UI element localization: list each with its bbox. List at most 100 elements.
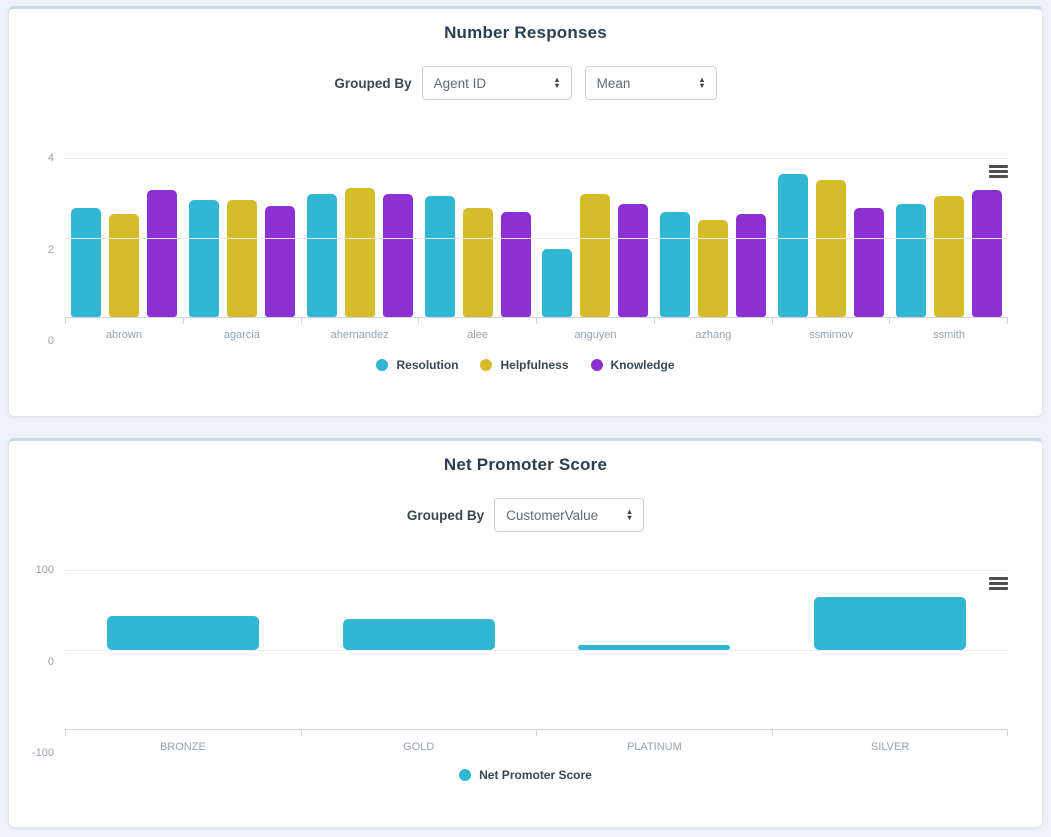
chart-title: Number Responses bbox=[9, 9, 1042, 43]
controls-row: Grouped By Agent ID ▲▼ Mean ▲▼ bbox=[9, 66, 1042, 100]
aggregation-select[interactable]: Mean ▲▼ bbox=[585, 66, 717, 100]
bar-helpfulness-azhang bbox=[698, 220, 728, 317]
y-axis-tick-label: 100 bbox=[36, 564, 54, 576]
x-axis-tick bbox=[889, 318, 1007, 324]
bar-knowledge-ahernandez bbox=[383, 194, 413, 317]
bar-knowledge-ssmirnov bbox=[854, 208, 884, 317]
legend-dot-icon bbox=[376, 359, 388, 371]
x-axis-tick bbox=[65, 730, 301, 736]
bar-helpfulness-ssmith bbox=[934, 196, 964, 317]
legend-label: Net Promoter Score bbox=[479, 768, 592, 782]
bar-resolution-alee bbox=[425, 196, 455, 317]
gridline bbox=[65, 570, 1008, 571]
x-axis-label: azhang bbox=[654, 329, 772, 341]
bar-helpfulness-ssmirnov bbox=[816, 180, 846, 317]
y-axis: 024 bbox=[9, 158, 65, 341]
bar-net-promoter-score-gold bbox=[343, 619, 495, 650]
bar-knowledge-alee bbox=[501, 212, 531, 317]
bar-resolution-ahernandez bbox=[307, 194, 337, 317]
legend-label: Resolution bbox=[396, 358, 458, 372]
bar-helpfulness-abrown bbox=[109, 214, 139, 317]
x-axis-tick bbox=[536, 730, 772, 736]
bar-chart: -1000100 BRONZEGOLDPLATINUMSILVER bbox=[9, 570, 1042, 753]
bar-resolution-agarcia bbox=[189, 200, 219, 317]
x-axis-ticks bbox=[65, 730, 1008, 736]
bar-helpfulness-anguyen bbox=[580, 194, 610, 317]
select-arrows-icon: ▲▼ bbox=[553, 77, 560, 90]
y-axis: -1000100 bbox=[9, 570, 65, 753]
number-responses-card: Number Responses Grouped By Agent ID ▲▼ … bbox=[8, 6, 1043, 417]
gridline bbox=[65, 238, 1008, 239]
y-axis-tick-label: 0 bbox=[48, 335, 54, 347]
bar-knowledge-ssmith bbox=[972, 190, 1002, 317]
grouped-by-label: Grouped By bbox=[407, 508, 484, 523]
legend-item-knowledge[interactable]: Knowledge bbox=[591, 358, 675, 372]
bar-resolution-ssmith bbox=[896, 204, 926, 317]
x-axis-tick bbox=[301, 730, 537, 736]
bar-resolution-abrown bbox=[71, 208, 101, 317]
bar-helpfulness-alee bbox=[463, 208, 493, 317]
bar-helpfulness-agarcia bbox=[227, 200, 257, 317]
legend-label: Knowledge bbox=[611, 358, 675, 372]
gridline bbox=[65, 158, 1008, 159]
x-axis-label: alee bbox=[419, 329, 537, 341]
x-axis-tick bbox=[654, 318, 772, 324]
group-by-select-value: Agent ID bbox=[434, 76, 487, 91]
x-axis-label: PLATINUM bbox=[537, 741, 773, 753]
chart-legend: Resolution Helpfulness Knowledge bbox=[9, 358, 1042, 372]
chart-menu-icon[interactable] bbox=[989, 577, 1008, 592]
chart-menu-icon[interactable] bbox=[989, 165, 1008, 180]
chart-title: Net Promoter Score bbox=[9, 441, 1042, 475]
gridline bbox=[65, 650, 1008, 651]
x-axis-label: anguyen bbox=[537, 329, 655, 341]
x-axis-label: ssmirnov bbox=[772, 329, 890, 341]
legend-item-net-promoter-score[interactable]: Net Promoter Score bbox=[459, 768, 592, 782]
select-arrows-icon: ▲▼ bbox=[626, 509, 633, 522]
legend-item-resolution[interactable]: Resolution bbox=[376, 358, 458, 372]
group-by-select[interactable]: CustomerValue ▲▼ bbox=[494, 498, 644, 532]
legend-dot-icon bbox=[459, 769, 471, 781]
y-axis-tick-label: 2 bbox=[48, 244, 54, 256]
x-axis-tick bbox=[301, 318, 419, 324]
grouped-by-label: Grouped By bbox=[334, 76, 411, 91]
x-axis-label: SILVER bbox=[772, 741, 1008, 753]
bar-net-promoter-score-silver bbox=[814, 597, 966, 649]
x-axis-label: abrown bbox=[65, 329, 183, 341]
x-axis-tick bbox=[65, 318, 183, 324]
bar-net-promoter-score-bronze bbox=[107, 616, 259, 649]
controls-row: Grouped By CustomerValue ▲▼ bbox=[9, 498, 1042, 532]
x-axis-label: ahernandez bbox=[301, 329, 419, 341]
x-axis-tick bbox=[772, 318, 890, 324]
grouped-bar-chart: 024 abrownagarciaahernandezaleeanguyenaz… bbox=[9, 158, 1042, 341]
x-axis-label: GOLD bbox=[301, 741, 537, 753]
y-axis-tick-label: 0 bbox=[48, 656, 54, 668]
net-promoter-score-card: Net Promoter Score Grouped By CustomerVa… bbox=[8, 438, 1043, 828]
x-axis-ticks bbox=[65, 318, 1008, 324]
group-by-select-value: CustomerValue bbox=[506, 508, 598, 523]
y-axis-tick-label: 4 bbox=[48, 152, 54, 164]
bar-knowledge-anguyen bbox=[618, 204, 648, 317]
legend-item-helpfulness[interactable]: Helpfulness bbox=[480, 358, 568, 372]
bar-resolution-azhang bbox=[660, 212, 690, 317]
x-axis-tick bbox=[418, 318, 536, 324]
x-axis-labels: abrownagarciaahernandezaleeanguyenazhang… bbox=[65, 329, 1008, 341]
bar-resolution-anguyen bbox=[542, 249, 572, 317]
bar-knowledge-azhang bbox=[736, 214, 766, 317]
plot-area bbox=[65, 158, 1008, 318]
y-axis-tick-label: -100 bbox=[32, 747, 54, 759]
group-by-select[interactable]: Agent ID ▲▼ bbox=[422, 66, 572, 100]
bar-helpfulness-ahernandez bbox=[345, 188, 375, 317]
legend-label: Helpfulness bbox=[500, 358, 568, 372]
plot-area bbox=[65, 570, 1008, 730]
aggregation-select-value: Mean bbox=[597, 76, 631, 91]
legend-dot-icon bbox=[480, 359, 492, 371]
bar-knowledge-abrown bbox=[147, 190, 177, 317]
bar-knowledge-agarcia bbox=[265, 206, 295, 317]
x-axis-label: ssmith bbox=[890, 329, 1008, 341]
x-axis-labels: BRONZEGOLDPLATINUMSILVER bbox=[65, 741, 1008, 753]
bar-resolution-ssmirnov bbox=[778, 174, 808, 317]
x-axis-tick bbox=[772, 730, 1008, 736]
chart-legend: Net Promoter Score bbox=[9, 768, 1042, 782]
legend-dot-icon bbox=[591, 359, 603, 371]
x-axis-label: agarcia bbox=[183, 329, 301, 341]
